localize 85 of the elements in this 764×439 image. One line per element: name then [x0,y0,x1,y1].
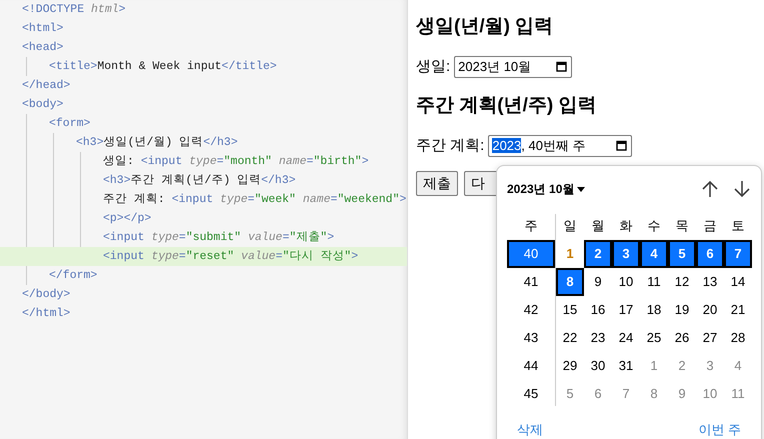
month-field[interactable]: 2023년 10월 [454,56,572,78]
calendar-day[interactable]: 9 [584,268,612,296]
calendar-day[interactable]: 17 [612,296,640,324]
calendar-day[interactable]: 4 [724,352,752,380]
calendar-day[interactable]: 27 [696,324,724,352]
calendar-icon[interactable] [616,140,628,152]
field-label: 생일: [416,56,450,76]
code-line: </body> [21,287,72,303]
code-line: <h3>생일(년/월) 입력</h3> [75,135,239,151]
calendar-day[interactable]: 30 [584,352,612,380]
calendar-day[interactable]: 6 [696,240,724,268]
code-line: <body> [21,97,64,113]
calendar-day[interactable]: 2 [668,352,696,380]
calendar-day[interactable]: 6 [584,380,612,408]
weekday-header: 화 [618,217,634,236]
week-column-header: 주 [524,217,538,236]
code-line: <html> [21,21,64,37]
code-line: <form> [48,116,92,132]
calendar-day[interactable]: 11 [724,380,752,408]
calendar-day[interactable]: 16 [584,296,612,324]
calendar-day[interactable]: 12 [668,268,696,296]
submit-button[interactable]: 제출 [416,171,458,196]
calendar-day[interactable]: 11 [640,268,668,296]
calendar-day[interactable]: 25 [640,324,668,352]
week-number[interactable]: 43 [507,324,555,352]
week-number[interactable]: 44 [507,352,555,380]
weekday-header: 월 [590,217,606,236]
calendar-day[interactable]: 19 [668,296,696,324]
code-line: <head> [21,40,64,56]
weekday-header: 토 [730,217,746,236]
down-arrow-icon[interactable] [733,179,751,199]
calendar-day[interactable]: 14 [724,268,752,296]
week-number[interactable]: 45 [507,380,555,408]
code-line: </head> [21,78,72,94]
code-line: 생일: <input type="month" name="birth"> [102,154,370,170]
calendar-day[interactable]: 5 [668,240,696,268]
code-line: <input type="submit" value="제출"> [102,230,336,246]
calendar-day[interactable]: 1 [640,352,668,380]
calendar-day[interactable]: 22 [556,324,584,352]
calendar-day[interactable]: 13 [696,268,724,296]
section-heading: 주간 계획(년/주) 입력 [416,94,598,118]
calendar-day[interactable]: 3 [612,240,640,268]
caret-icon [577,186,586,192]
code-line: <title>Month & Week input</title> [48,59,278,75]
calendar-day[interactable]: 4 [640,240,668,268]
code-line: <h3>주간 계획(년/주) 입력</h3> [102,173,297,189]
calendar-day[interactable]: 21 [724,296,752,324]
calendar-day[interactable]: 3 [696,352,724,380]
calendar-day[interactable]: 8 [556,268,584,296]
week-number[interactable]: 40 [507,240,555,268]
weekday-header: 일 [562,217,578,236]
code-line: <p></p> [102,211,152,227]
week-number[interactable]: 42 [507,296,555,324]
calendar-day[interactable]: 5 [556,380,584,408]
weekday-header: 수 [646,217,662,236]
calendar-day[interactable]: 18 [640,296,668,324]
calendar-day[interactable]: 7 [612,380,640,408]
weekday-header: 금 [702,217,718,236]
code-line: </html> [21,306,72,322]
calendar-day[interactable]: 8 [640,380,668,408]
week-field[interactable]: 2023, 40번째 주 [488,134,632,157]
calendar-day[interactable]: 7 [724,240,752,268]
code-line: <!DOCTYPE html> [21,2,127,18]
calendar-day[interactable]: 23 [584,324,612,352]
calendar-day[interactable]: 31 [612,352,640,380]
this-week-link[interactable]: 이번 주 [698,420,741,439]
calendar-day[interactable]: 24 [612,324,640,352]
code-line: </form> [48,268,98,284]
calendar-day[interactable]: 9 [668,380,696,408]
code-line: 주간 계획: <input type="week" name="weekend"> [102,192,407,208]
calendar-day[interactable]: 29 [556,352,584,380]
field-label: 주간 계획: [416,136,484,156]
calendar-day[interactable]: 2 [584,240,612,268]
calendar-day[interactable]: 15 [556,296,584,324]
weekday-header: 목 [674,217,690,236]
section-heading: 생일(년/월) 입력 [416,15,554,39]
clear-link[interactable]: 삭제 [517,420,543,439]
week-number[interactable]: 41 [507,268,555,296]
calendar-day[interactable]: 10 [696,380,724,408]
calendar-day[interactable]: 10 [612,268,640,296]
calendar-day[interactable]: 20 [696,296,724,324]
calendar-icon[interactable] [556,61,568,72]
up-arrow-icon[interactable] [701,179,719,199]
calendar-day[interactable]: 26 [668,324,696,352]
calendar-day[interactable]: 28 [724,324,752,352]
